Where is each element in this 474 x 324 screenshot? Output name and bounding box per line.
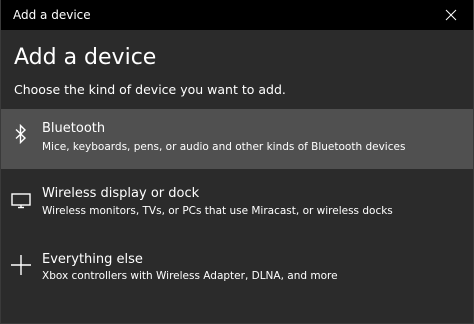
option-label: Everything else [42,252,143,267]
option-description: Xbox controllers with Wireless Adapter, … [42,270,338,282]
title-bar: Add a device [1,0,473,30]
page-title: Add a device [14,45,157,70]
option-everything-else[interactable]: Everything else Xbox controllers with Wi… [1,240,473,300]
option-label: Wireless display or dock [42,186,200,201]
bluetooth-icon [11,122,31,146]
close-button[interactable] [429,0,473,30]
plus-icon [11,253,31,277]
close-icon [445,9,457,21]
monitor-icon [11,189,31,213]
option-description: Wireless monitors, TVs, or PCs that use … [42,205,393,217]
option-wireless-display[interactable]: Wireless display or dock Wireless monito… [1,176,473,236]
option-label: Bluetooth [42,121,106,136]
add-device-dialog: Add a device Add a device Choose the kin… [0,0,474,324]
option-bluetooth[interactable]: Bluetooth Mice, keyboards, pens, or audi… [1,109,473,169]
option-description: Mice, keyboards, pens, or audio and othe… [42,141,406,153]
page-subtitle: Choose the kind of device you want to ad… [14,82,286,97]
window-title: Add a device [13,8,91,22]
